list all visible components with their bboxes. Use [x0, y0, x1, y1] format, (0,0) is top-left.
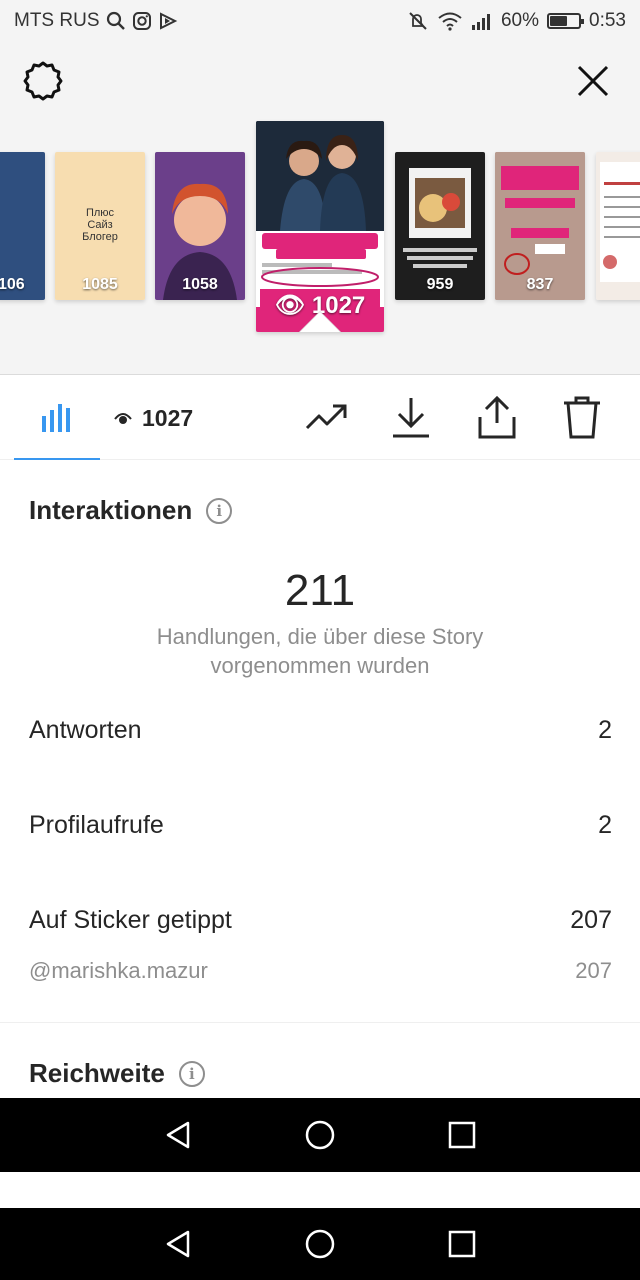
selection-pointer [300, 312, 340, 332]
story-thumbnails: 106 Плюс Сайз Блогер 1085 1058 👁 1027 95… [0, 121, 640, 336]
reach-title: Reichweite [29, 1058, 165, 1088]
story-thumb-3[interactable]: 1058 [155, 152, 245, 300]
insights-tab[interactable] [14, 376, 100, 460]
story-toolbar: 1027 [0, 376, 640, 460]
row-value: 207 [570, 906, 612, 934]
close-button[interactable] [568, 56, 618, 106]
back-button[interactable] [153, 1110, 203, 1160]
recents-button[interactable] [437, 1219, 487, 1269]
home-button[interactable] [295, 1110, 345, 1160]
bar-chart-icon [42, 404, 70, 432]
interactions-description: Handlungen, die über diese Story vorgeno… [156, 624, 484, 678]
back-button[interactable] [153, 1219, 203, 1269]
trending-icon [305, 404, 347, 430]
battery-fill [550, 16, 567, 26]
story-thumb-1[interactable]: 106 [0, 152, 45, 300]
story-thumb-6-views: 837 [526, 276, 554, 293]
recents-icon [448, 1121, 476, 1149]
recents-button[interactable] [437, 1110, 487, 1160]
home-icon [305, 1120, 335, 1150]
interaction-row-sticker-taps: Auf Sticker getippt 207 [29, 906, 612, 935]
interaction-subrow-mention[interactable]: @marishka.mazur 207 [29, 958, 612, 984]
views-tab[interactable]: 1027 [114, 376, 193, 460]
clock: 0:53 [589, 10, 626, 31]
navigation-bar [0, 1098, 640, 1172]
status-bar: MTS RUS 60% 0:53 [0, 0, 640, 42]
settings-button[interactable] [18, 56, 68, 106]
download-icon [393, 398, 429, 438]
recents-icon [448, 1230, 476, 1258]
close-icon [577, 65, 609, 97]
battery-icon [547, 13, 585, 29]
delete-button[interactable] [557, 392, 607, 442]
row-label: Antworten [29, 716, 142, 744]
search-icon [106, 11, 126, 31]
row-value: 2 [598, 716, 612, 744]
wifi-icon [437, 11, 463, 31]
info-icon[interactable]: i [178, 1060, 205, 1087]
eye-icon [114, 413, 132, 424]
row-label: Profilaufrufe [29, 811, 164, 839]
story-thumb-6[interactable]: 837 [495, 152, 585, 300]
story-thumb-2-views: 1085 [82, 276, 118, 293]
interaction-row-profile-visits: Profilaufrufe 2 [29, 811, 612, 840]
app-icon [158, 11, 178, 31]
mention-value: 207 [575, 958, 612, 983]
status-left: MTS RUS [14, 10, 178, 32]
row-label: Auf Sticker getippt [29, 906, 232, 934]
interactions-heading: Interaktionen i [29, 495, 233, 526]
calendar-photo [600, 162, 640, 282]
interaction-row-replies: Antworten 2 [29, 716, 612, 745]
info-icon[interactable]: i [206, 497, 233, 524]
views-count: 1027 [142, 404, 194, 431]
download-button[interactable] [386, 392, 436, 442]
signal-icon [471, 12, 493, 30]
section-divider [0, 1022, 640, 1023]
carrier-label: MTS RUS [14, 10, 100, 31]
gear-icon [23, 61, 63, 101]
promote-button[interactable] [302, 392, 352, 442]
trash-icon [564, 396, 600, 439]
story-thumb-3-views: 1058 [182, 276, 218, 293]
story-thumb-1-views: 106 [0, 276, 25, 293]
row-value: 2 [598, 811, 612, 839]
navigation-bar-secondary [0, 1208, 640, 1280]
story-thumb-2[interactable]: Плюс Сайз Блогер 1085 [55, 152, 145, 300]
back-icon [166, 1121, 190, 1149]
story-thumb-selected[interactable]: 👁 1027 [256, 121, 384, 332]
back-icon [166, 1230, 190, 1258]
home-icon [305, 1229, 335, 1259]
story-thumb-5-views: 959 [426, 276, 454, 293]
share-button[interactable] [472, 392, 522, 442]
home-button[interactable] [295, 1219, 345, 1269]
battery-percent: 60% [500, 10, 540, 31]
status-right: 60% 0:53 [407, 10, 626, 32]
mention-label: @marishka.mazur [29, 958, 208, 983]
share-icon [478, 395, 516, 439]
reach-heading: Reichweite i [29, 1058, 205, 1089]
mute-icon [407, 10, 429, 32]
story-thumb-2-text: Плюс Сайз Блогер [82, 207, 118, 243]
white-gap [0, 1172, 640, 1208]
interactions-title: Interaktionen [29, 495, 193, 525]
instagram-icon [132, 11, 152, 31]
story-thumb-7[interactable] [596, 152, 640, 300]
interactions-total: 211 [284, 566, 356, 615]
story-thumb-5[interactable]: 959 [395, 152, 485, 300]
